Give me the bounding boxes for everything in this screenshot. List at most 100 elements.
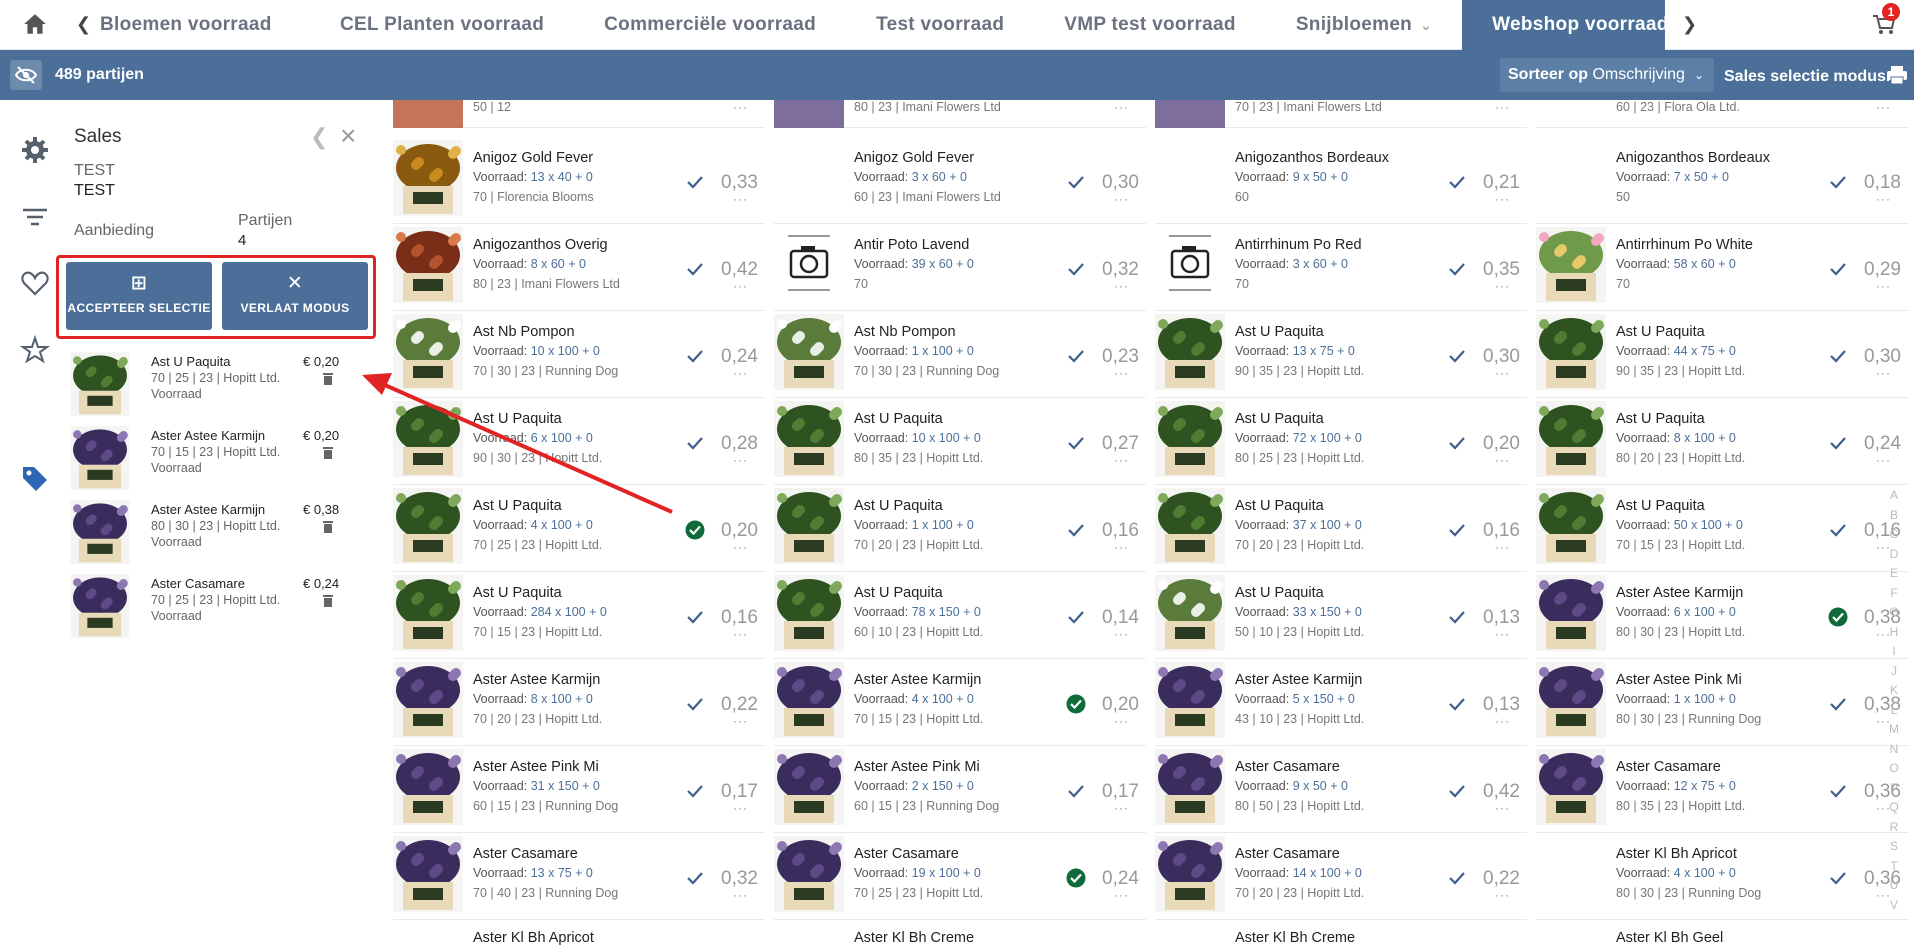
check-icon[interactable]	[1447, 172, 1467, 192]
check-icon[interactable]	[685, 781, 705, 801]
product-card[interactable]: Antirrhinum Po Red Voorraad: 3 x 60 + 0 70…	[1155, 227, 1527, 311]
filter-icon[interactable]	[20, 202, 50, 232]
product-card[interactable]: Antir Poto Lavend Voorraad: 39 x 60 + 0 70…	[774, 227, 1146, 311]
back-chevron-icon[interactable]: ❮	[310, 124, 328, 150]
product-card[interactable]: Aster Astee Pink Mi Voorraad: 31 x 150 + …	[393, 749, 765, 833]
check-icon[interactable]	[1828, 433, 1848, 453]
more-options-icon[interactable]: ···	[1876, 453, 1891, 467]
product-card[interactable]: Anigozanthos Bordeaux Voorraad: 9 x 50 + …	[1155, 140, 1527, 224]
alphabet-index-letter[interactable]: N	[1886, 742, 1902, 756]
product-card[interactable]: Ast U Paquita Voorraad: 13 x 75 + 0 90 | 3…	[1155, 314, 1527, 398]
alphabet-index-letter[interactable]: L	[1886, 703, 1902, 717]
product-card[interactable]: Ast U Paquita Voorraad: 1 x 100 + 0 70 | 2…	[774, 488, 1146, 572]
product-card[interactable]: Aster Astee Pink Mi Voorraad: 1 x 100 + 0…	[1536, 662, 1908, 746]
more-options-icon[interactable]: ···	[1114, 453, 1129, 467]
tab-bloemen-voorraad[interactable]: Bloemen voorraad	[100, 0, 310, 50]
more-options-icon[interactable]: ···	[1114, 801, 1129, 815]
more-options-icon[interactable]: ···	[733, 801, 748, 815]
check-icon[interactable]	[1066, 172, 1086, 192]
price-tag-icon[interactable]	[20, 464, 50, 494]
selected-check-icon[interactable]	[1066, 694, 1086, 714]
more-options-icon[interactable]: ···	[1495, 540, 1510, 554]
product-card[interactable]: Aster Casamare Voorraad: 9 x 50 + 0 80 | 5…	[1155, 749, 1527, 833]
more-options-icon[interactable]: ···	[1876, 279, 1891, 293]
more-options-icon[interactable]: ···	[1114, 888, 1129, 902]
alphabet-index-letter[interactable]: C	[1886, 527, 1902, 541]
alphabet-index-letter[interactable]: O	[1886, 761, 1902, 775]
product-card[interactable]: Aster Kl Bh Apricot Voorraad: 4 x 100 + 0…	[1536, 836, 1908, 920]
partial-product-card[interactable]: 80 | 23 | Imani Flowers Ltd ···	[774, 100, 1146, 128]
product-card[interactable]: Aster Astee Karmijn Voorraad: 8 x 100 + 0…	[393, 662, 765, 746]
tabs-scroll-right-icon[interactable]: ❯	[1682, 14, 1697, 35]
product-card[interactable]: Aster Astee Karmijn Voorraad: 4 x 100 + 0…	[774, 662, 1146, 746]
accept-selection-button[interactable]: ⊞ ACCEPTEER SELECTIE	[66, 262, 212, 330]
check-icon[interactable]	[1828, 259, 1848, 279]
product-card[interactable]: Ast U Paquita Voorraad: 4 x 100 + 0 70 | 2…	[393, 488, 765, 572]
check-icon[interactable]	[1828, 868, 1848, 888]
product-card[interactable]: Ast U Paquita Voorraad: 10 x 100 + 0 80 | …	[774, 401, 1146, 485]
check-icon[interactable]	[1066, 607, 1086, 627]
product-card[interactable]: Ast U Paquita Voorraad: 72 x 100 + 0 80 | …	[1155, 401, 1527, 485]
more-options-icon[interactable]: ···	[1876, 366, 1891, 380]
partial-product-card[interactable]: 70 | 23 | Imani Flowers Ltd ···	[1155, 100, 1527, 128]
hide-toggle-button[interactable]	[10, 60, 42, 90]
star-icon[interactable]	[20, 335, 50, 365]
check-icon[interactable]	[1447, 346, 1467, 366]
more-options-icon[interactable]: ···	[1495, 627, 1510, 641]
alphabet-index-letter[interactable]: S	[1886, 839, 1902, 853]
more-options-icon[interactable]: ···	[1495, 453, 1510, 467]
check-icon[interactable]	[1447, 868, 1467, 888]
close-icon[interactable]: ×	[340, 120, 356, 152]
check-icon[interactable]	[1828, 172, 1848, 192]
selected-check-icon[interactable]	[1066, 868, 1086, 888]
product-card[interactable]: Antirrhinum Po White Voorraad: 58 x 60 + …	[1536, 227, 1908, 311]
alphabet-index-letter[interactable]: F	[1886, 586, 1902, 600]
more-options-icon[interactable]: ···	[1114, 279, 1129, 293]
product-card[interactable]: Aster Astee Pink Mi Voorraad: 2 x 150 + 0…	[774, 749, 1146, 833]
settings-gear-icon[interactable]	[20, 135, 50, 165]
product-card[interactable]: Anigozanthos Bordeaux Voorraad: 7 x 50 + …	[1536, 140, 1908, 224]
more-options-icon[interactable]: ···	[1495, 801, 1510, 815]
product-card[interactable]: Aster Casamare Voorraad: 19 x 100 + 0 70 |…	[774, 836, 1146, 920]
alphabet-index-letter[interactable]: D	[1886, 547, 1902, 561]
check-icon[interactable]	[1828, 694, 1848, 714]
more-options-icon[interactable]: ···	[1114, 100, 1129, 114]
alphabet-index-letter[interactable]: I	[1886, 644, 1902, 658]
product-card[interactable]: Aster Astee Karmijn Voorraad: 5 x 150 + 0…	[1155, 662, 1527, 746]
product-card[interactable]: Ast U Paquita Voorraad: 78 x 150 + 0 60 | …	[774, 575, 1146, 659]
alphabet-index-letter[interactable]: E	[1886, 566, 1902, 580]
alphabet-index-letter[interactable]: V	[1886, 898, 1902, 912]
product-card[interactable]: Aster Astee Karmijn Voorraad: 6 x 100 + 0…	[1536, 575, 1908, 659]
selected-check-icon[interactable]	[685, 520, 705, 540]
check-icon[interactable]	[1066, 520, 1086, 540]
product-card[interactable]: Ast U Paquita Voorraad: 33 x 150 + 0 50 | …	[1155, 575, 1527, 659]
more-options-icon[interactable]: ···	[1114, 714, 1129, 728]
more-options-icon[interactable]: ···	[733, 714, 748, 728]
check-icon[interactable]	[1447, 607, 1467, 627]
alphabet-index-letter[interactable]: P	[1886, 781, 1902, 795]
tab-vmp-test-voorraad[interactable]: VMP test voorraad	[1034, 0, 1266, 50]
more-options-icon[interactable]: ···	[1495, 100, 1510, 114]
leave-mode-button[interactable]: ✕ VERLAAT MODUS	[222, 262, 368, 330]
more-options-icon[interactable]: ···	[733, 100, 748, 114]
trash-icon[interactable]	[322, 372, 334, 386]
more-options-icon[interactable]: ···	[1495, 279, 1510, 293]
more-options-icon[interactable]: ···	[1876, 192, 1891, 206]
alphabet-index-letter[interactable]: H	[1886, 625, 1902, 639]
alphabet-index-letter[interactable]: R	[1886, 820, 1902, 834]
product-card[interactable]: Aster Casamare Voorraad: 14 x 100 + 0 70 |…	[1155, 836, 1527, 920]
trash-icon[interactable]	[322, 594, 334, 608]
printer-icon[interactable]	[1886, 65, 1908, 85]
alphabet-index-letter[interactable]: J	[1886, 664, 1902, 678]
alphabet-index-letter[interactable]: G	[1886, 605, 1902, 619]
trash-icon[interactable]	[322, 520, 334, 534]
check-icon[interactable]	[685, 259, 705, 279]
product-card[interactable]: Anigoz Gold Fever Voorraad: 3 x 60 + 0 60 …	[774, 140, 1146, 224]
partial-product-card[interactable]: 50 | 12 ···	[393, 100, 765, 128]
check-icon[interactable]	[1447, 433, 1467, 453]
heart-icon[interactable]	[20, 268, 50, 298]
more-options-icon[interactable]: ···	[733, 192, 748, 206]
tab-webshop-voorraad[interactable]: Webshop voorraad	[1462, 0, 1666, 50]
more-options-icon[interactable]: ···	[733, 279, 748, 293]
tab-snijbloemen[interactable]: Snijbloemen ⌄	[1266, 0, 1462, 50]
